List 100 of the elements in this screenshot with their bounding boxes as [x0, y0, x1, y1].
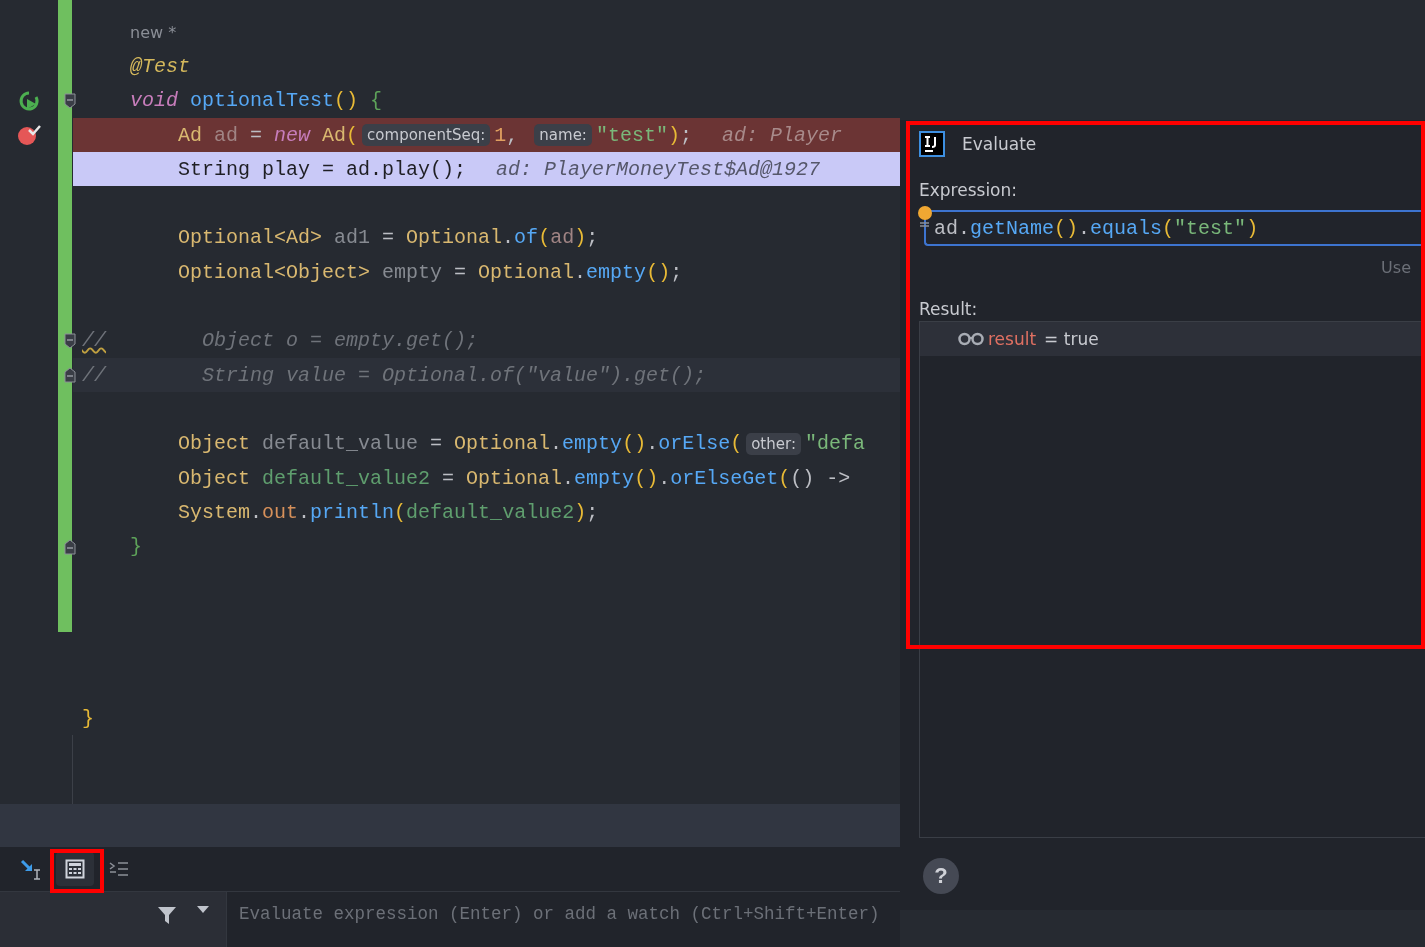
glasses-icon — [958, 332, 984, 346]
method-name: optionalTest — [189, 89, 335, 113]
type-name: Optional — [466, 466, 563, 490]
code-text: , — [506, 123, 520, 147]
code-text: String play = ad.play(); — [177, 157, 467, 181]
code-text: ; — [586, 226, 599, 250]
code-text: . — [658, 466, 671, 490]
code-text: . — [298, 500, 311, 524]
result-name: result — [988, 329, 1037, 349]
code-text: . — [502, 226, 515, 250]
method-name: orElseGet — [670, 466, 779, 490]
code-text: . — [562, 466, 575, 490]
result-label: Result: — [919, 299, 979, 319]
variable: default_value2 — [406, 500, 575, 524]
parameter-hint: other: — [746, 432, 801, 455]
app-logo-icon — [919, 131, 945, 157]
comment: // — [82, 329, 106, 353]
hint-text: Use — [1381, 258, 1411, 277]
method-name: empty — [574, 466, 635, 490]
code-text: = — [249, 123, 264, 147]
fold-icon[interactable] — [64, 332, 76, 349]
bracket: ( — [538, 226, 551, 250]
parameter-hint: name: — [534, 124, 592, 147]
keyword: void — [129, 89, 178, 113]
bracket: () — [334, 89, 359, 113]
bracket: () — [634, 466, 659, 490]
dropdown-caret-icon[interactable] — [196, 904, 210, 914]
code-text: = — [429, 432, 444, 456]
result-value: = true — [1044, 329, 1099, 349]
fold-icon[interactable] — [64, 367, 76, 384]
parameter-hint: componentSeq: — [362, 124, 491, 147]
inline-value: ad: Player — [721, 123, 842, 147]
type-name: System — [177, 500, 251, 524]
method-name: orElse — [658, 432, 731, 456]
bracket: ( — [778, 466, 791, 490]
type-name: Optional<Ad> — [177, 226, 323, 250]
method-name: println — [310, 500, 395, 524]
brace: { — [369, 89, 383, 113]
code-text: . — [550, 432, 563, 456]
type-name: Ad — [177, 123, 203, 147]
bracket: ) — [574, 500, 587, 524]
help-button[interactable]: ? — [923, 858, 959, 894]
bracket: ( — [730, 432, 743, 456]
type-name: Optional — [454, 432, 551, 456]
dialog-title: Evaluate — [962, 134, 1037, 154]
annotation: @Test — [129, 54, 191, 78]
type-name: Ad — [321, 123, 347, 147]
method-name: empty — [562, 432, 623, 456]
keyword: new — [274, 123, 311, 147]
code-text: = — [441, 466, 456, 490]
filter-icon[interactable] — [156, 904, 178, 926]
number-literal: 1 — [494, 123, 507, 147]
variable: ad — [213, 123, 239, 147]
rerun-icon[interactable] — [18, 89, 40, 112]
code-text: () -> — [790, 466, 851, 490]
lightbulb-icon[interactable] — [917, 206, 933, 230]
fold-icon[interactable] — [64, 538, 76, 555]
variable: ad1 — [333, 226, 371, 250]
string-literal: "defa — [804, 432, 865, 456]
highlight-frame — [50, 849, 104, 893]
type-name: Object — [177, 466, 251, 490]
evaluate-button[interactable] — [56, 852, 94, 886]
comment: String value = Optional.of("value").get(); — [201, 363, 707, 387]
variable: default_value — [261, 432, 419, 456]
type-name: Optional — [478, 260, 575, 284]
code-text: . — [250, 500, 263, 524]
bracket: ( — [346, 123, 359, 147]
type-name: Optional — [406, 226, 503, 250]
method-name: empty — [586, 260, 647, 284]
type-name: Optional<Object> — [177, 260, 371, 284]
variable: default_value2 — [261, 466, 431, 490]
variable: empty — [381, 260, 443, 284]
bracket: ) — [667, 123, 680, 147]
code-text: ; — [586, 500, 599, 524]
breakpoint-icon[interactable] — [17, 124, 41, 147]
method-name: of — [514, 226, 539, 250]
calculator-icon — [65, 859, 85, 879]
variable: ad — [550, 226, 575, 250]
expression-label: Expression: — [919, 180, 1018, 200]
type-name: Object — [177, 432, 251, 456]
bracket: ) — [574, 226, 587, 250]
code-text: ; — [670, 260, 683, 284]
list-icon — [108, 860, 130, 878]
watch-expression-field[interactable]: Evaluate expression (Enter) or add a watch (Ctrl+Shift+Enter) — [226, 892, 900, 947]
bracket: ( — [394, 500, 407, 524]
step-arrow-icon — [19, 858, 43, 880]
brace: } — [129, 535, 142, 559]
string-literal: "test" — [595, 123, 668, 147]
field-name: out — [262, 500, 299, 524]
code-text: . — [574, 260, 587, 284]
code-text: = — [381, 226, 396, 250]
bracket: } — [82, 706, 94, 730]
code-text: = — [453, 260, 468, 284]
bracket: () — [646, 260, 671, 284]
fold-icon[interactable] — [64, 92, 76, 109]
inline-value: ad: PlayerMoneyTest$Ad@1927 — [496, 157, 821, 181]
code-text: ; — [679, 123, 692, 147]
bracket: () — [622, 432, 647, 456]
comment: // — [82, 363, 106, 387]
code-text: . — [646, 432, 659, 456]
